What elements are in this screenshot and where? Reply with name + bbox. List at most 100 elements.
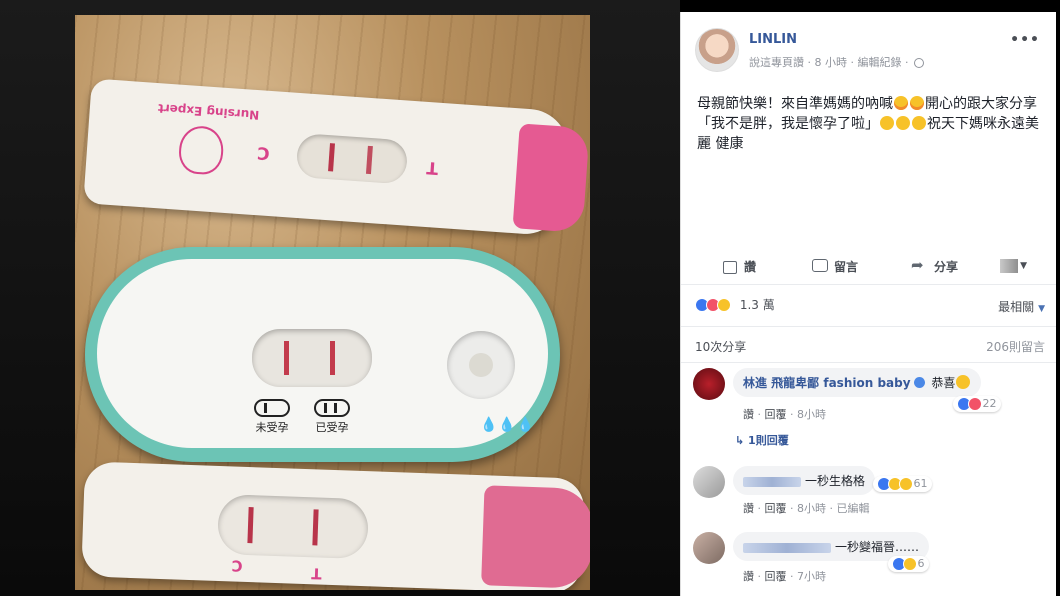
test-letter: T: [311, 564, 322, 583]
strip-cap-pink: [481, 485, 590, 590]
test-line: [330, 341, 335, 375]
comment-label: 留言: [834, 259, 859, 274]
control-line: [328, 143, 335, 172]
comment-time[interactable]: 8小時: [797, 408, 826, 421]
one-line-icon: [254, 399, 290, 417]
comment-reaction-count: 6: [917, 557, 925, 570]
pregnant-legend: 已受孕: [307, 399, 357, 435]
heart-eyes-emoji-icon: [910, 96, 924, 110]
comment-time[interactable]: 8小時: [797, 502, 826, 515]
replies-label: 1則回覆: [748, 434, 789, 447]
not-pregnant-legend: 未受孕: [247, 399, 297, 435]
control-letter: C: [256, 142, 271, 163]
two-line-icon: [314, 399, 350, 417]
chevron-down-icon: ▼: [1038, 304, 1045, 314]
author-name[interactable]: LINLIN: [749, 32, 797, 47]
sample-dot: [469, 353, 493, 377]
share-arrow-icon: [911, 256, 929, 274]
comment-bubble: 一秒生格格: [733, 466, 876, 495]
post-meta-text[interactable]: 說這專頁讚 · 8 小時 · 編輯紀錄 ·: [749, 56, 908, 69]
post-header: LINLIN 說這專頁讚 · 8 小時 · 編輯紀錄 · •••: [695, 28, 1044, 76]
commenter-avatar[interactable]: [693, 368, 725, 400]
comment-reactions[interactable]: 6: [888, 556, 929, 572]
post-meta: 說這專頁讚 · 8 小時 · 編輯紀錄 ·: [749, 54, 924, 70]
comment-like-link[interactable]: 讚: [743, 570, 754, 583]
chevron-down-icon: ▼: [1020, 261, 1027, 271]
pregnant-label: 已受孕: [315, 421, 349, 434]
reactions-summary[interactable]: 1.3 萬 最相關 ▼: [695, 296, 1045, 316]
emoji-icon: [956, 375, 971, 389]
more-options-icon[interactable]: •••: [1010, 32, 1040, 48]
sort-label: 最相關: [998, 300, 1035, 314]
result-window: [295, 132, 409, 185]
divider: [681, 362, 1056, 363]
comment-text: 一秒變福晉……: [835, 540, 920, 554]
commenter-name-blurred[interactable]: [743, 476, 801, 487]
result-window: [217, 494, 370, 560]
page-identity-selector[interactable]: ▼: [1000, 259, 1027, 273]
test-line: [365, 145, 373, 175]
comment-bubble-icon: [811, 258, 829, 274]
mascot-logo-icon: [177, 124, 225, 176]
comment-meta: 讚 · 回覆 · 8小時 · 已編輯: [743, 502, 870, 515]
reaction-count[interactable]: 1.3 萬: [740, 298, 775, 312]
share-count[interactable]: 10次分享: [695, 340, 746, 354]
comment-reply-link[interactable]: 回覆: [765, 502, 787, 515]
comment-reply-link[interactable]: 回覆: [765, 570, 787, 583]
control-line: [284, 341, 289, 375]
comment-reaction-count: 22: [982, 397, 997, 410]
control-letter: C: [231, 556, 243, 575]
comment-edited[interactable]: 已編輯: [837, 502, 870, 515]
comment-reactions[interactable]: 61: [873, 476, 932, 492]
wow-reaction-icon: [899, 477, 913, 491]
view-replies-link[interactable]: ↳ 1則回覆: [735, 432, 789, 448]
comment-text: 一秒生格格: [805, 474, 866, 488]
drops-icon: 💧💧💧: [480, 417, 536, 433]
commenter-avatar[interactable]: [693, 532, 725, 564]
commenter-name[interactable]: 林進 飛龍卑鄙 fashion baby: [743, 376, 911, 390]
author-avatar[interactable]: [695, 28, 739, 72]
share-label: 分享: [934, 259, 959, 274]
post-photo[interactable]: Nursing Expert C T 未受孕 已受孕 💧💧💧 C T: [75, 15, 590, 590]
comment-reaction-count: 61: [913, 477, 928, 490]
kissing-emoji-icon: [912, 116, 926, 130]
post-text: 母親節快樂！來自準媽媽的吶喊 開心的跟大家分享「我不是胖，我是懷孕了啦」 祝天下媽咪…: [697, 94, 1042, 154]
thumbs-up-icon: [721, 258, 739, 274]
not-pregnant-label: 未受孕: [255, 421, 289, 434]
photo-viewer: Nursing Expert C T 未受孕 已受孕 💧💧💧 C T: [0, 0, 680, 596]
post-text-part-1: 母親節快樂！來自準媽媽的吶喊: [697, 96, 893, 112]
comment-count[interactable]: 206則留言: [986, 338, 1045, 355]
kissing-emoji-icon: [880, 116, 894, 130]
post-panel: LINLIN 說這專頁讚 · 8 小時 · 編輯紀錄 · ••• 母親節快樂！來…: [680, 12, 1056, 596]
heart-eyes-emoji-icon: [894, 96, 908, 110]
comment-time[interactable]: 7小時: [797, 570, 826, 583]
comment-bubble: 林進 飛龍卑鄙 fashion baby 恭喜: [733, 368, 982, 397]
globe-icon: [913, 58, 924, 68]
kissing-emoji-icon: [896, 116, 910, 130]
cassette-result-window: [252, 329, 372, 387]
comment-like-link[interactable]: 讚: [743, 502, 754, 515]
commenter-name-blurred[interactable]: [743, 542, 831, 553]
verified-badge-icon: [913, 377, 925, 388]
control-line: [247, 507, 254, 544]
comment-reply-link[interactable]: 回覆: [765, 408, 787, 421]
wow-reaction-icon: [717, 297, 731, 312]
like-label: 讚: [744, 259, 757, 274]
test-letter: T: [425, 156, 439, 178]
pregnancy-test-cassette: 未受孕 已受孕 💧💧💧: [85, 247, 560, 462]
pregnancy-test-strip-bottom: C T: [81, 461, 590, 590]
test-line: [312, 509, 319, 546]
page-thumbnail: [1000, 259, 1019, 273]
comment-button[interactable]: 留言: [811, 250, 858, 282]
commenter-avatar[interactable]: [693, 466, 725, 498]
comment-meta: 讚 · 回覆 · 7小時: [743, 570, 826, 583]
share-button[interactable]: 分享: [911, 250, 958, 282]
comment-sort-dropdown[interactable]: 最相關 ▼: [998, 298, 1045, 315]
like-button[interactable]: 讚: [721, 250, 756, 282]
love-reaction-icon: [968, 397, 982, 411]
comment-like-link[interactable]: 讚: [743, 408, 754, 421]
comment-reactions[interactable]: 22: [953, 396, 1001, 412]
sample-well: [447, 331, 515, 399]
comment-meta: 讚 · 回覆 · 8小時: [743, 408, 826, 421]
divider: [681, 284, 1056, 285]
